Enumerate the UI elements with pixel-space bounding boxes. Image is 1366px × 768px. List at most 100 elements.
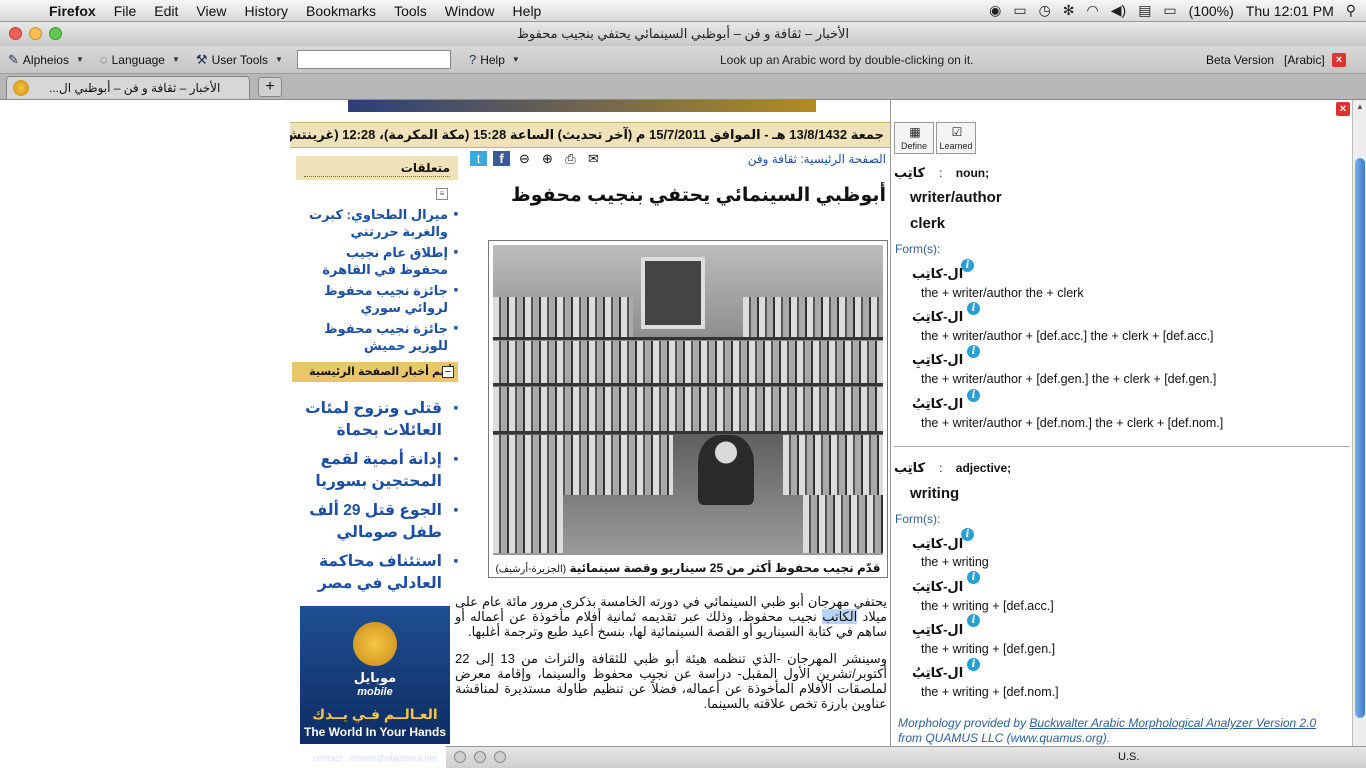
- menu-help[interactable]: Help: [504, 3, 551, 19]
- alpheios-menu[interactable]: ✎ Alpheios ▼: [0, 52, 92, 68]
- menu-bookmarks[interactable]: Bookmarks: [297, 3, 385, 19]
- info-icon[interactable]: i: [961, 528, 974, 541]
- form-gloss: the + writing + [def.nom.]: [921, 685, 1059, 699]
- info-icon[interactable]: i: [967, 571, 980, 584]
- form-arabic[interactable]: ال-كاتِبُ: [912, 396, 963, 412]
- top-news-link[interactable]: استئناف محاكمة العادلي في مصر: [300, 551, 458, 595]
- dropdown-arrow-icon: ▼: [275, 55, 283, 64]
- menu-edit[interactable]: Edit: [145, 3, 187, 19]
- related-header: متعلقات: [296, 156, 458, 180]
- caption-text: قدّم نجيب محفوظ أكثر من 25 سيناريو وقصة …: [569, 561, 881, 575]
- menu-history[interactable]: History: [235, 3, 297, 19]
- zoom-out-icon[interactable]: ⊖: [516, 151, 533, 166]
- flag-icon[interactable]: ▤: [1138, 2, 1151, 19]
- part-of-speech: adjective;: [955, 461, 1012, 475]
- menu-firefox[interactable]: Firefox: [40, 3, 105, 19]
- breadcrumb[interactable]: الصفحة الرئيسية: ثقافة وفن: [748, 152, 886, 166]
- user-tools-menu[interactable]: ⚒ User Tools ▼: [188, 52, 291, 68]
- menu-file[interactable]: File: [105, 3, 146, 19]
- form-arabic[interactable]: ال-كاتِبِ: [912, 352, 963, 368]
- top-news-link[interactable]: قتلى ونزوح لمئات العائلات بحماة: [300, 398, 458, 442]
- form-arabic[interactable]: ال-كاتِب: [912, 266, 963, 282]
- menu-view[interactable]: View: [187, 3, 235, 19]
- app-status-icon[interactable]: ◉: [989, 2, 1001, 19]
- window-controls: [454, 751, 506, 763]
- close-window-button[interactable]: [9, 27, 22, 40]
- info-icon[interactable]: i: [967, 658, 980, 671]
- learned-button[interactable]: ☑ Learned: [936, 122, 976, 154]
- language-menu[interactable]: ◌ Language ▼: [92, 52, 188, 67]
- site-banner[interactable]: [348, 100, 816, 112]
- top-news-link[interactable]: الجوع قتل 29 ألف طفل صومالي: [300, 500, 458, 544]
- lemma-arabic[interactable]: كاتِب: [894, 165, 925, 180]
- collapse-icon[interactable]: −: [442, 366, 454, 378]
- define-button[interactable]: ▦ Define: [894, 122, 934, 154]
- alpheios-icon: ✎: [8, 51, 19, 67]
- panel-scrollbar[interactable]: ▲: [1352, 100, 1366, 748]
- framed-portrait: [641, 257, 705, 329]
- minimize-window-button[interactable]: [474, 751, 486, 763]
- close-window-button[interactable]: [454, 751, 466, 763]
- info-icon[interactable]: i: [967, 389, 980, 402]
- volume-icon[interactable]: ◀): [1111, 2, 1126, 19]
- info-icon[interactable]: i: [967, 302, 980, 315]
- zoom-window-button[interactable]: [494, 751, 506, 763]
- form-arabic[interactable]: ال-كاتِبَ: [912, 309, 963, 325]
- info-icon[interactable]: i: [961, 259, 974, 272]
- selected-word[interactable]: الكاتب: [822, 609, 858, 624]
- scroll-up-icon[interactable]: ▲: [1353, 100, 1366, 114]
- spotlight-search-icon[interactable]: ⚲: [1346, 2, 1356, 19]
- form-arabic[interactable]: ال-كاتِبُ: [912, 665, 963, 681]
- aljazeera-mobile-ad[interactable]: موبايل mobile العـالــم فـي يــدك The Wo…: [300, 606, 450, 763]
- alpheios-toolbar: ✎ Alpheios ▼ ◌ Language ▼ ⚒ User Tools ▼…: [0, 46, 1366, 74]
- info-icon[interactable]: i: [967, 345, 980, 358]
- menu-window[interactable]: Window: [436, 3, 504, 19]
- help-icon: ?: [468, 52, 477, 67]
- zoom-window-button[interactable]: [49, 27, 62, 40]
- clock[interactable]: Thu 12:01 PM: [1246, 3, 1334, 19]
- form-arabic[interactable]: ال-كاتِبِ: [912, 622, 963, 638]
- time-machine-icon[interactable]: ◷: [1039, 2, 1051, 19]
- facebook-icon[interactable]: f: [493, 151, 510, 166]
- dropdown-arrow-icon: ▼: [171, 55, 180, 64]
- related-link[interactable]: جائزة نجيب محفوظ للوزير حميش: [300, 320, 458, 354]
- close-panel-icon[interactable]: ×: [1336, 102, 1350, 116]
- related-link[interactable]: ميرال الطحاوي: كبرت والغربة حررتني: [300, 206, 458, 240]
- top-news-link[interactable]: إدانة أممية لقمع المحتجين بسوريا: [300, 449, 458, 493]
- article-headline: أبوظبي السينمائي يحتفي بنجيب محفوظ: [511, 185, 886, 206]
- tab-aljazeera-article[interactable]: الأخبار – ثقافة و فن – أبوظبي ال...: [6, 76, 250, 99]
- ad-world-arabic: العـالــم فـي يــدك: [312, 706, 438, 722]
- lookup-input[interactable]: [296, 50, 451, 69]
- twitter-icon[interactable]: t: [470, 151, 487, 166]
- date-bar: جمعة 13/8/1432 هـ - الموافق 15/7/2011 م …: [290, 122, 890, 148]
- print-icon[interactable]: ⎙: [562, 151, 579, 166]
- email-icon[interactable]: ✉: [585, 151, 602, 166]
- battery-icon[interactable]: ▭: [1163, 2, 1176, 19]
- form-arabic[interactable]: ال-كاتِبَ: [912, 579, 963, 595]
- lemma-arabic[interactable]: كاتِب: [894, 460, 925, 475]
- beta-version-label: Beta Version: [1206, 53, 1275, 67]
- new-tab-button[interactable]: +: [258, 77, 282, 97]
- window-title: الأخبار – ثقافة و فن – أبوظبي السينمائي …: [516, 26, 850, 41]
- top-news-header: أهم أخبار الصفحة الرئيسية: [292, 362, 458, 382]
- camera-icon[interactable]: ▭: [1013, 2, 1026, 19]
- minimize-window-button[interactable]: [29, 27, 42, 40]
- bluetooth-icon[interactable]: ✻: [1063, 2, 1075, 19]
- wifi-icon[interactable]: ◠: [1087, 2, 1099, 19]
- user-tools-label: User Tools: [211, 52, 269, 67]
- form-gloss: the + writing + [def.acc.]: [921, 599, 1054, 613]
- zoom-in-icon[interactable]: ⊕: [539, 151, 556, 166]
- close-toolbar-icon[interactable]: ×: [1332, 53, 1346, 67]
- menu-bar: Firefox File Edit View History Bookmarks…: [0, 0, 1366, 22]
- info-icon[interactable]: i: [967, 614, 980, 627]
- form-gloss: the + writing: [921, 555, 989, 569]
- related-link[interactable]: جائزة نجيب محفوظ لروائي سوري: [300, 282, 458, 316]
- form-arabic[interactable]: ال-كاتِب: [912, 536, 963, 552]
- ad-contact: contact : mobile@aljazeera.net: [313, 753, 437, 763]
- related-link[interactable]: إطلاق عام نجيب محفوظ في القاهرة: [300, 244, 458, 278]
- help-menu[interactable]: ? Help ▼: [461, 52, 528, 67]
- photo-naguib-mahfouz: [493, 245, 883, 555]
- buckwalter-link[interactable]: Buckwalter Arabic Morphological Analyzer…: [1029, 716, 1316, 730]
- scroll-thumb[interactable]: [1355, 158, 1365, 718]
- menu-tools[interactable]: Tools: [385, 3, 436, 19]
